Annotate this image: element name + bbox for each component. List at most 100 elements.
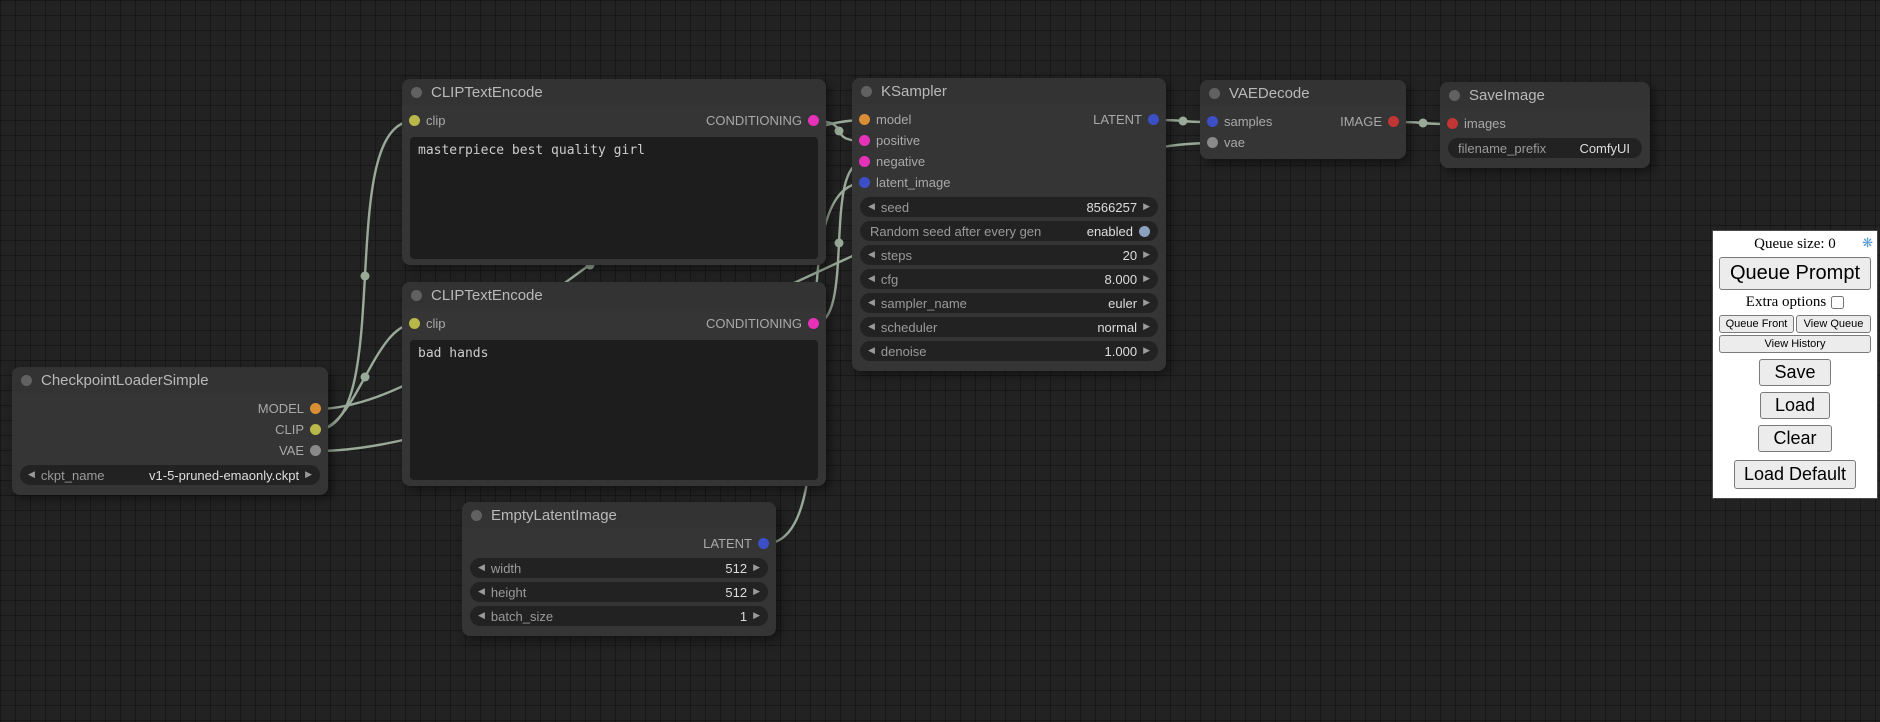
widget-seed[interactable]: ◀ seed 8566257 ▶ [860,197,1158,217]
node-clip-text-encode-negative[interactable]: CLIPTextEncode clip CONDITIONING bad han… [402,282,826,486]
prev-value-icon[interactable]: ◀ [868,293,875,313]
node-save-image[interactable]: SaveImage images filename_prefix ComfyUI [1440,82,1650,168]
node-title-dot [411,290,422,301]
save-button[interactable]: Save [1759,359,1830,386]
output-dot-conditioning[interactable] [808,115,819,126]
prompt-text-input[interactable]: bad hands [410,340,818,480]
link-midpoint-dot [1419,119,1428,128]
input-dot-images[interactable] [1447,118,1458,129]
output-dot-conditioning[interactable] [808,318,819,329]
node-title-bar[interactable]: CheckpointLoaderSimple [12,367,328,393]
decrement-icon[interactable]: ◀ [868,245,875,265]
output-dot-clip[interactable] [310,424,321,435]
widget-random-seed-toggle[interactable]: Random seed after every gen enabled [860,221,1158,241]
node-title-dot [21,375,32,386]
slot-row-model-latent: model LATENT [852,109,1166,130]
node-title-label: CLIPTextEncode [431,287,543,304]
increment-icon[interactable]: ▶ [1143,341,1150,361]
link-midpoint-dot [361,373,370,382]
decrement-icon[interactable]: ◀ [478,606,485,626]
node-title-bar[interactable]: VAEDecode [1200,80,1406,106]
queue-front-button[interactable]: Queue Front [1719,315,1794,333]
output-dot-vae[interactable] [310,445,321,456]
prompt-text-input[interactable]: masterpiece best quality girl [410,137,818,259]
node-title-bar[interactable]: EmptyLatentImage [462,502,776,528]
output-slot-latent: LATENT [462,533,776,554]
output-dot-model[interactable] [310,403,321,414]
node-title-bar[interactable]: CLIPTextEncode [402,282,826,308]
increment-icon[interactable]: ▶ [1143,197,1150,217]
prev-value-icon[interactable]: ◀ [868,317,875,337]
toggle-on-icon[interactable] [1139,226,1150,237]
node-title-label: SaveImage [1469,87,1545,104]
widget-width[interactable]: ◀ width 512 ▶ [470,558,768,578]
comfyui-logo-icon: ❋ [1862,234,1873,254]
increment-icon[interactable]: ▶ [753,558,760,578]
input-dot-clip[interactable] [409,318,420,329]
node-title-label: CLIPTextEncode [431,84,543,101]
output-dot-image[interactable] [1388,116,1399,127]
node-title-bar[interactable]: CLIPTextEncode [402,79,826,105]
comfy-menu-panel[interactable]: Queue size: 0 ❋ Queue Prompt Extra optio… [1712,230,1878,499]
widget-sampler-name[interactable]: ◀ sampler_name euler ▶ [860,293,1158,313]
increment-icon[interactable]: ▶ [753,606,760,626]
node-title-label: VAEDecode [1229,85,1310,102]
input-dot-latent-image[interactable] [859,177,870,188]
widget-batch-size[interactable]: ◀ batch_size 1 ▶ [470,606,768,626]
output-dot-latent[interactable] [1148,114,1159,125]
widget-denoise[interactable]: ◀ denoise 1.000 ▶ [860,341,1158,361]
node-title-dot [411,87,422,98]
node-title-label: KSampler [881,83,947,100]
node-empty-latent-image[interactable]: EmptyLatentImage LATENT ◀ width 512 ▶ ◀ … [462,502,776,636]
input-slot-latent-image: latent_image [852,172,1166,193]
load-default-button[interactable]: Load Default [1734,460,1856,489]
increment-icon[interactable]: ▶ [1143,269,1150,289]
view-history-button[interactable]: View History [1719,335,1871,353]
slot-row-samples-image: samples IMAGE [1200,111,1406,132]
decrement-icon[interactable]: ◀ [478,582,485,602]
slot-row-clip-conditioning: clip CONDITIONING [402,313,826,334]
extra-options-checkbox[interactable] [1831,296,1844,309]
widget-cfg[interactable]: ◀ cfg 8.000 ▶ [860,269,1158,289]
input-dot-negative[interactable] [859,156,870,167]
output-slot-model: MODEL [12,398,328,419]
load-button[interactable]: Load [1760,392,1830,419]
input-dot-clip[interactable] [409,115,420,126]
widget-filename-prefix[interactable]: filename_prefix ComfyUI [1448,138,1642,158]
input-dot-vae[interactable] [1207,137,1218,148]
decrement-icon[interactable]: ◀ [868,197,875,217]
output-dot-latent[interactable] [758,538,769,549]
link-midpoint-dot [835,127,844,136]
next-value-icon[interactable]: ▶ [305,465,312,485]
decrement-icon[interactable]: ◀ [868,341,875,361]
decrement-icon[interactable]: ◀ [868,269,875,289]
next-value-icon[interactable]: ▶ [1143,293,1150,313]
link-midpoint-dot [1179,117,1188,126]
widget-ckpt-name[interactable]: ◀ ckpt_name v1-5-pruned-emaonly.ckpt ▶ [20,465,320,485]
graph-canvas[interactable]: { "canvas": { "link_color": "#99AA99" },… [0,0,1880,722]
node-ksampler[interactable]: KSampler model LATENT positive negative … [852,78,1166,371]
widget-steps[interactable]: ◀ steps 20 ▶ [860,245,1158,265]
increment-icon[interactable]: ▶ [1143,245,1150,265]
clear-button[interactable]: Clear [1758,425,1831,452]
increment-icon[interactable]: ▶ [753,582,760,602]
queue-prompt-button[interactable]: Queue Prompt [1719,257,1871,290]
decrement-icon[interactable]: ◀ [478,558,485,578]
input-dot-samples[interactable] [1207,116,1218,127]
node-title-dot [1449,90,1460,101]
node-checkpoint-loader-simple[interactable]: CheckpointLoaderSimple MODEL CLIP VAE ◀ … [12,367,328,495]
input-dot-positive[interactable] [859,135,870,146]
input-slot-images: images [1440,113,1650,134]
prev-value-icon[interactable]: ◀ [28,465,35,485]
input-slot-vae: vae [1200,132,1406,153]
widget-height[interactable]: ◀ height 512 ▶ [470,582,768,602]
view-queue-button[interactable]: View Queue [1796,315,1871,333]
slot-row-clip-conditioning: clip CONDITIONING [402,110,826,131]
widget-scheduler[interactable]: ◀ scheduler normal ▶ [860,317,1158,337]
node-title-bar[interactable]: KSampler [852,78,1166,104]
input-dot-model[interactable] [859,114,870,125]
next-value-icon[interactable]: ▶ [1143,317,1150,337]
node-clip-text-encode-positive[interactable]: CLIPTextEncode clip CONDITIONING masterp… [402,79,826,265]
node-vae-decode[interactable]: VAEDecode samples IMAGE vae [1200,80,1406,159]
node-title-bar[interactable]: SaveImage [1440,82,1650,108]
